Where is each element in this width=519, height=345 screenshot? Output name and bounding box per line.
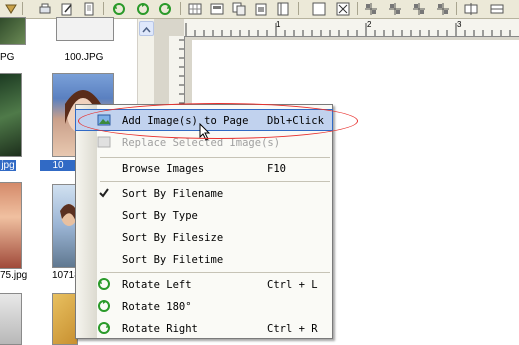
rotate-180-icon [97, 299, 111, 313]
ruler-number: 1 [276, 20, 281, 29]
menu-item-label: Browse Images [122, 163, 205, 175]
undo-icon[interactable] [112, 1, 126, 15]
group-icon[interactable] [464, 1, 478, 15]
menu-item-label: Rotate Left [122, 279, 192, 291]
toolbar-separator [103, 2, 104, 15]
close-icon[interactable] [336, 1, 350, 16]
menu-item-label: Rotate Right [122, 323, 198, 335]
rotate-right-icon [97, 321, 111, 335]
ungroup-icon[interactable] [490, 1, 504, 15]
refresh-icon[interactable] [136, 1, 150, 15]
frame-icon[interactable] [312, 1, 326, 16]
scroll-up-button[interactable] [139, 21, 154, 36]
thumbnail-label: 100.JPG [64, 52, 104, 63]
menu-item-sort-by-filesize[interactable]: Sort By Filesize [76, 227, 332, 247]
menu-item-sort-by-type[interactable]: Sort By Type [76, 205, 332, 225]
menu-item-sort-by-filename[interactable]: Sort By Filename [76, 183, 332, 203]
image-icon[interactable] [4, 1, 18, 15]
menu-item-sort-by-filetime[interactable]: Sort By Filetime [76, 249, 332, 269]
rotate-left-icon [97, 277, 111, 291]
thumbnail-image[interactable] [0, 182, 22, 269]
thumbnail-label: jpg [0, 160, 16, 171]
toolbar-separator [180, 2, 181, 15]
menu-item-shortcut: Ctrl + L [267, 279, 318, 291]
menu-item-rotate-right[interactable]: Rotate Right Ctrl + R [76, 318, 332, 338]
menu-item-shortcut: F10 [267, 163, 286, 175]
thumbnail-label: PG [0, 52, 15, 63]
document-icon[interactable] [82, 1, 96, 16]
menu-item-label: Sort By Type [122, 210, 198, 222]
check-icon [97, 186, 111, 200]
copy-icon[interactable] [232, 1, 246, 16]
thumbnail-label: 75.jpg [0, 270, 28, 281]
layout-icon[interactable] [210, 1, 224, 15]
thumbnail-label: 10 [40, 160, 76, 171]
thumbnail-image[interactable] [0, 293, 22, 345]
toolbar-separator [357, 2, 358, 15]
menu-item-label: Sort By Filename [122, 188, 224, 200]
frame-icon[interactable] [276, 1, 290, 16]
menu-separator [100, 181, 330, 182]
menu-item-shortcut: Ctrl + R [267, 323, 318, 335]
menu-item-label: Sort By Filetime [122, 254, 224, 266]
menu-item-rotate-left[interactable]: Rotate Left Ctrl + L [76, 274, 332, 294]
menu-item-label: Rotate 180° [122, 301, 192, 313]
toolbar-separator [22, 2, 23, 15]
ruler-number: 3 [457, 20, 462, 29]
horizontal-ruler: 1 2 3 [184, 19, 519, 37]
menu-item-label: Sort By Filesize [122, 232, 224, 244]
replace-image-icon [97, 135, 111, 149]
align-right-icon[interactable] [412, 1, 426, 15]
align-left-icon[interactable] [364, 1, 378, 15]
thumbnail-image[interactable] [56, 17, 114, 41]
toolbar-separator [298, 2, 299, 15]
menu-item-browse-images[interactable]: Browse Images F10 [76, 158, 332, 178]
ruler-number: 2 [367, 20, 372, 29]
menu-separator [100, 272, 330, 273]
menu-item-rotate-180[interactable]: Rotate 180° [76, 296, 332, 316]
thumbnail-image[interactable] [0, 73, 22, 157]
highlight-callout [78, 103, 358, 139]
align-center-icon[interactable] [388, 1, 402, 15]
edit-icon[interactable] [60, 1, 74, 16]
redo-icon[interactable] [158, 1, 172, 15]
grid-icon[interactable] [188, 1, 202, 15]
distribute-icon[interactable] [436, 1, 450, 15]
thumbnail-image[interactable] [0, 17, 26, 45]
toolbar-separator [456, 2, 457, 15]
paste-icon[interactable] [254, 1, 268, 16]
print-icon[interactable] [38, 1, 52, 15]
